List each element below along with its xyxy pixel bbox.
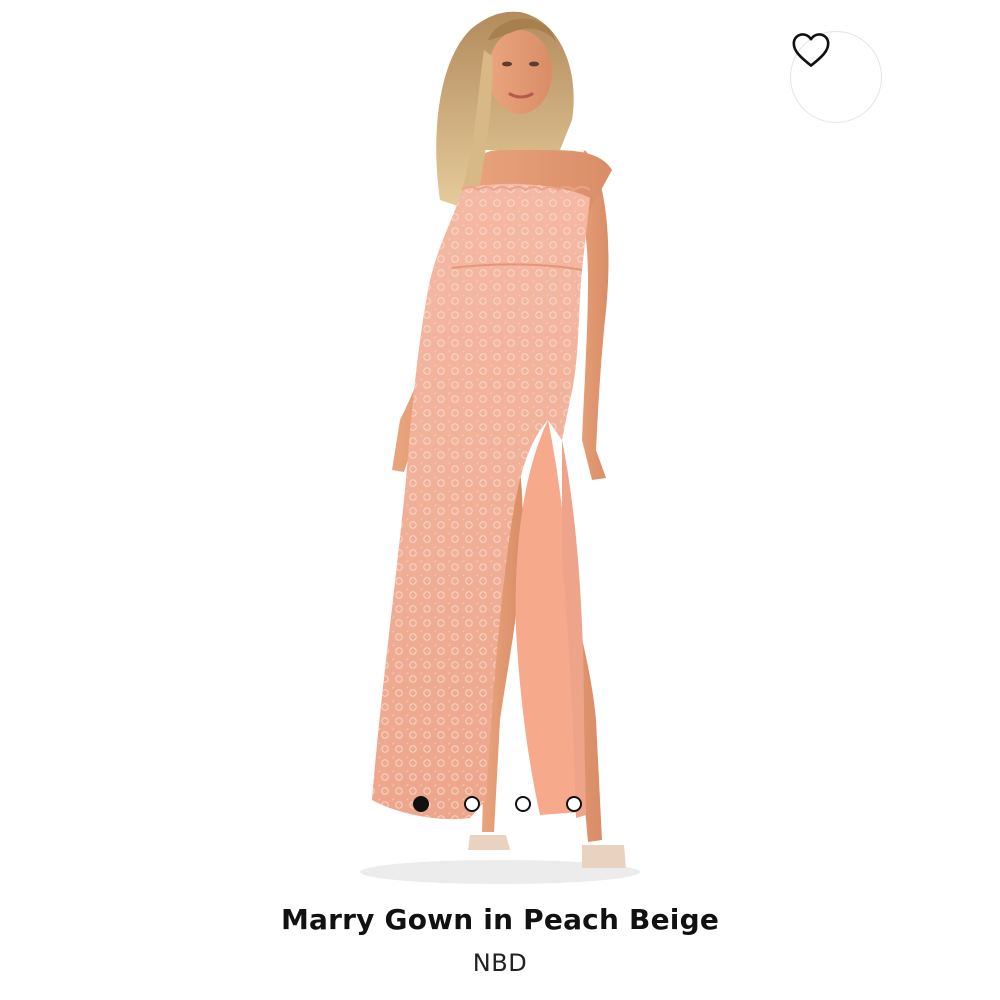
product-image[interactable] (0, 0, 1000, 890)
product-card: Marry Gown in Peach Beige NBD (0, 0, 1000, 1000)
heart-outline-icon (792, 33, 830, 67)
product-title[interactable]: Marry Gown in Peach Beige (0, 903, 1000, 936)
favorite-button[interactable] (790, 31, 882, 123)
carousel-dot-3[interactable] (515, 796, 531, 812)
carousel-indicators (413, 796, 582, 812)
model-photo-illustration (360, 11, 640, 884)
carousel-dot-4[interactable] (566, 796, 582, 812)
product-brand[interactable]: NBD (0, 949, 1000, 977)
carousel-dot-1[interactable] (413, 796, 429, 812)
carousel-dot-2[interactable] (464, 796, 480, 812)
